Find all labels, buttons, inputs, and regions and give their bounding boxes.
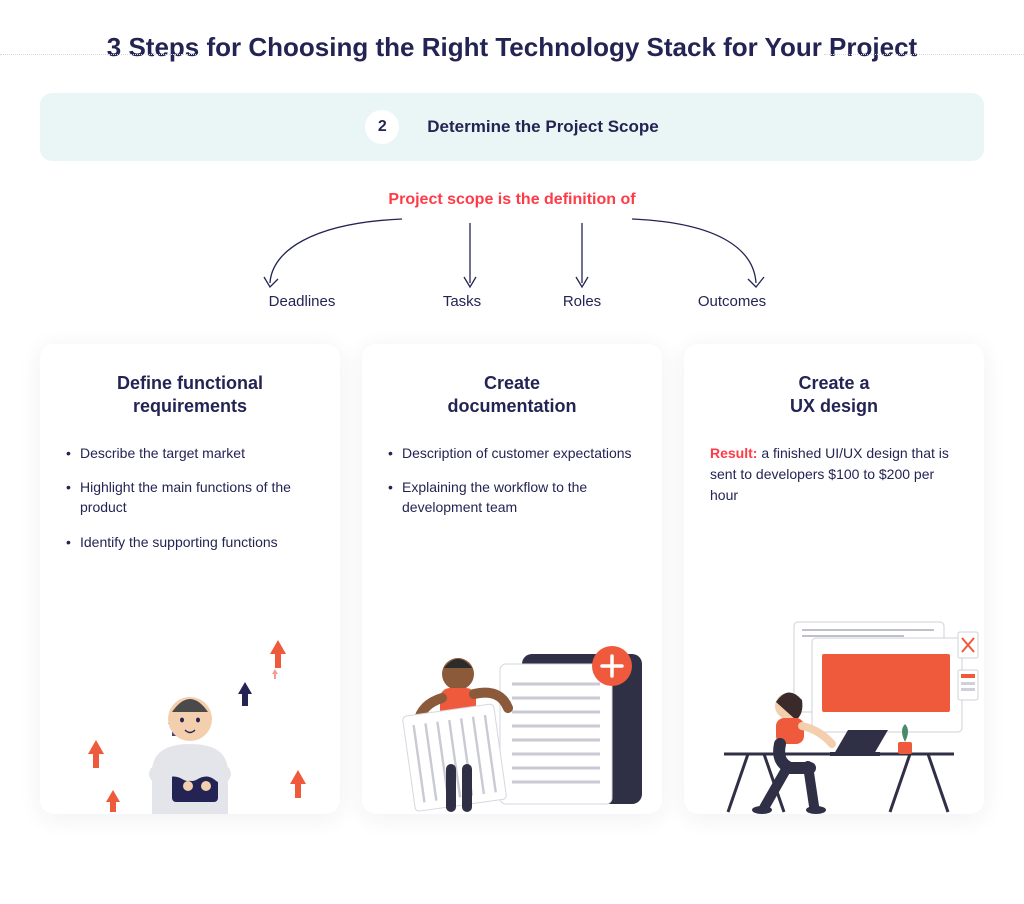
result-label: Result: (710, 445, 757, 461)
scope-item-deadlines: Deadlines (202, 293, 402, 310)
card-bullets: Describe the target market Highlight the… (66, 443, 314, 566)
scope-items: Deadlines Tasks Roles Outcomes (40, 293, 984, 310)
step-number-badge: 2 (365, 110, 399, 144)
illustration-person-documents (362, 614, 662, 814)
bullet: Describe the target market (66, 443, 314, 463)
bullet: Highlight the main functions of the prod… (66, 477, 314, 518)
header: 3 Steps for Choosing the Right Technolog… (0, 0, 1024, 93)
illustration-person-tablet (40, 614, 340, 814)
card-bullets: Description of customer expectations Exp… (388, 443, 636, 532)
card-title: Create a UX design (710, 372, 958, 419)
illustration-ux-designer (684, 614, 984, 814)
bullet: Description of customer expectations (388, 443, 636, 463)
scope-heading: Project scope is the definition of (40, 191, 984, 209)
bullet: Explaining the workflow to the developme… (388, 477, 636, 518)
card-title: Create documentation (388, 372, 636, 419)
scope-item-outcomes: Outcomes (642, 293, 822, 310)
step-label: Determine the Project Scope (427, 117, 658, 137)
scope-section: Project scope is the definition of Deadl… (40, 191, 984, 310)
card-create-ux-design: Create a UX design Result: a finished UI… (684, 344, 984, 814)
page-title: 3 Steps for Choosing the Right Technolog… (0, 30, 1024, 65)
step-banner: 2 Determine the Project Scope (40, 93, 984, 161)
card-title: Define functional requirements (66, 372, 314, 419)
bullet: Identify the supporting functions (66, 532, 314, 552)
scope-item-tasks: Tasks (402, 293, 522, 310)
scope-item-roles: Roles (522, 293, 642, 310)
cards-row: Define functional requirements Describe … (40, 344, 984, 814)
scope-arrows-diagram (192, 211, 832, 297)
card-define-requirements: Define functional requirements Describe … (40, 344, 340, 814)
card-create-documentation: Create documentation Description of cust… (362, 344, 662, 814)
card-result: Result: a finished UI/UX design that is … (710, 443, 958, 506)
